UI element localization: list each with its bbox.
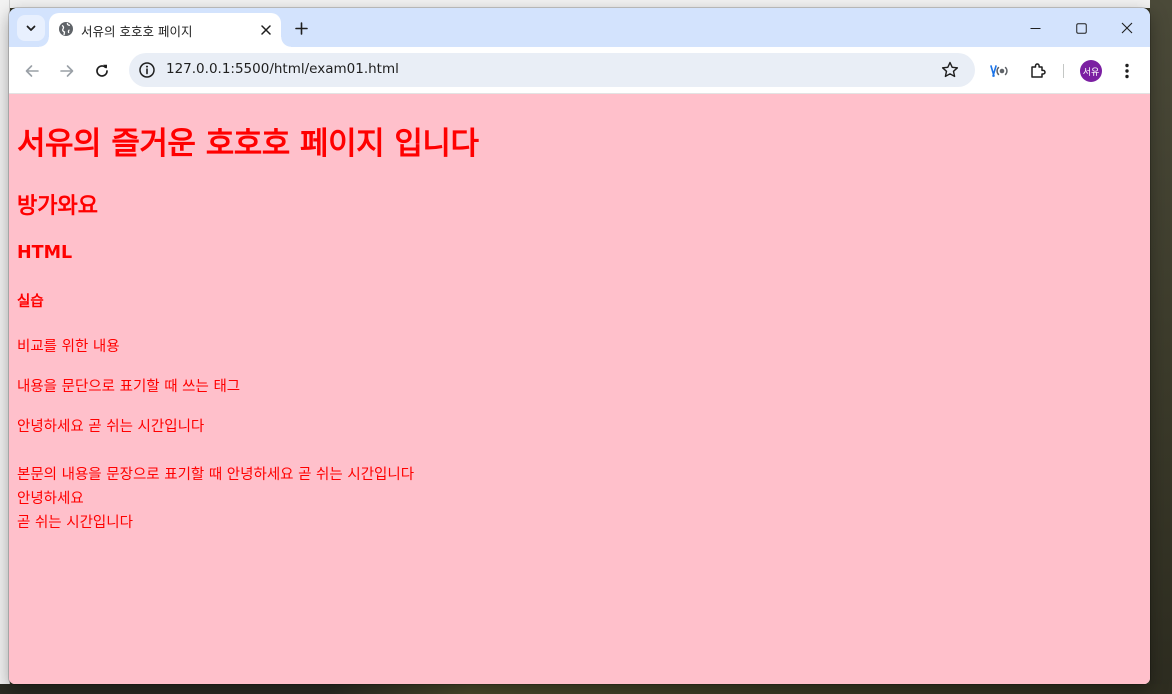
desktop-wallpaper-bottom — [0, 684, 1172, 694]
maximize-icon — [1075, 22, 1087, 34]
tab-strip: 서유의 호호호 페이지 — [9, 8, 1150, 47]
chevron-down-icon — [26, 25, 36, 31]
page-heading-h2: 방가와요 — [17, 194, 98, 219]
browser-menu-button[interactable] — [1115, 58, 1139, 84]
url-text[interactable]: 127.0.0.1:5500/html/exam01.html — [166, 61, 399, 77]
desktop-background-top — [0, 0, 1172, 8]
paragraph-4-line-2: 안녕하세요 — [17, 491, 84, 507]
arrow-left-icon — [25, 65, 39, 77]
page-heading-h1: 서유의 즐거운 호호호 페이지 입니다 — [17, 126, 479, 162]
paragraph-3: 안녕하세요 곧 쉬는 시간입니다 — [17, 419, 205, 435]
arrow-right-icon — [60, 65, 74, 77]
tab-title: 서유의 호호호 페이지 — [81, 24, 193, 39]
window-close-button[interactable] — [1104, 14, 1150, 42]
reload-button[interactable] — [88, 57, 116, 85]
info-icon[interactable] — [138, 61, 156, 79]
browser-toolbar: 127.0.0.1:5500/html/exam01.html 서유 — [9, 47, 1150, 94]
live-server-extension-button[interactable] — [987, 58, 1013, 84]
toolbar-divider — [1063, 64, 1064, 78]
maximize-button[interactable] — [1058, 14, 1104, 42]
minimize-icon — [1030, 27, 1040, 29]
address-bar[interactable]: 127.0.0.1:5500/html/exam01.html — [129, 53, 975, 87]
new-tab-button[interactable] — [289, 17, 313, 39]
tab-active[interactable]: 서유의 호호호 페이지 — [39, 13, 291, 47]
puzzle-icon — [1031, 63, 1046, 78]
page-viewport: 서유의 즐거운 호호호 페이지 입니다 방가와요 HTML 실습 비교를 위한 … — [9, 94, 1150, 684]
paragraph-4-line-1: 본문의 내용을 문장으로 표기할 때 안녕하세요 곧 쉬는 시간입니다 — [17, 467, 415, 483]
desktop-wallpaper — [1150, 0, 1172, 694]
paragraph-1: 비교를 위한 내용 — [17, 339, 120, 355]
close-icon — [261, 25, 271, 35]
paragraph-4-line-3: 곧 쉬는 시간입니다 — [17, 515, 133, 531]
back-button[interactable] — [18, 57, 46, 85]
bookmark-star-icon[interactable] — [940, 60, 960, 80]
minimize-button[interactable] — [1012, 14, 1058, 42]
close-icon — [1121, 22, 1133, 34]
more-vertical-icon — [1125, 63, 1129, 79]
browser-window: 서유의 호호호 페이지 127.0.0.1:5500/html/exam01.h… — [9, 8, 1150, 684]
forward-button[interactable] — [53, 57, 81, 85]
paragraph-2: 내용을 문단으로 표기할 때 쓰는 태그 — [17, 379, 241, 395]
reload-icon — [96, 64, 108, 77]
page-heading-h4: 실습 — [17, 294, 44, 310]
page-heading-h3: HTML — [17, 243, 73, 263]
plus-icon — [294, 21, 308, 35]
tab-close-button[interactable] — [257, 21, 275, 39]
globe-icon — [59, 22, 73, 36]
profile-avatar[interactable]: 서유 — [1080, 60, 1102, 82]
extensions-button[interactable] — [1025, 58, 1051, 84]
live-server-icon — [990, 65, 1008, 77]
